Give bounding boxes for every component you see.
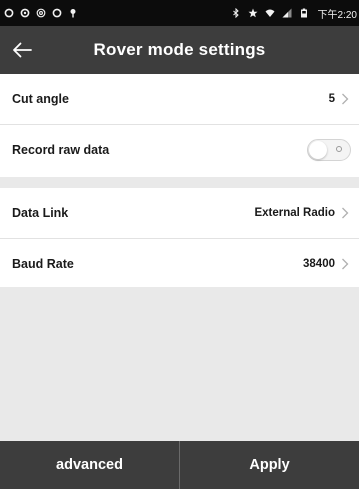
- chevron-right-icon: [341, 258, 349, 270]
- circle-status-icon: [52, 8, 62, 18]
- cut-angle-value: 5: [328, 93, 335, 105]
- cut-angle-row[interactable]: Cut angle 5: [0, 74, 359, 124]
- data-link-value: External Radio: [254, 207, 335, 219]
- wifi-icon: [265, 8, 275, 18]
- status-bar: 下午2:20: [0, 0, 359, 26]
- at-status-icon: [36, 8, 46, 18]
- battery-icon: [299, 8, 309, 18]
- settings-group-link: Data Link External Radio Baud Rate 38400: [0, 188, 359, 287]
- baud-rate-label: Baud Rate: [12, 257, 74, 271]
- signal-icon: [282, 8, 292, 18]
- data-link-label: Data Link: [12, 206, 69, 220]
- cut-angle-label: Cut angle: [12, 92, 69, 106]
- title-bar: Rover mode settings: [0, 26, 359, 74]
- settings-group-recording: Cut angle 5 Record raw data: [0, 74, 359, 177]
- circle-status-icon: [4, 8, 14, 18]
- bluetooth-icon: [231, 8, 241, 18]
- baud-rate-value: 38400: [303, 258, 335, 270]
- record-raw-data-label: Record raw data: [12, 143, 110, 157]
- advanced-button[interactable]: advanced: [0, 441, 179, 489]
- status-left-icons: [4, 8, 231, 18]
- toggle-off-icon: [336, 146, 342, 152]
- location-pin-icon: [68, 8, 78, 18]
- record-raw-data-row: Record raw data: [0, 125, 359, 175]
- record-raw-data-toggle[interactable]: [307, 139, 351, 161]
- apply-button[interactable]: Apply: [180, 441, 359, 489]
- page-title: Rover mode settings: [93, 40, 266, 59]
- star-icon: [248, 8, 258, 18]
- data-link-row[interactable]: Data Link External Radio: [0, 188, 359, 238]
- chevron-right-icon: [341, 207, 349, 219]
- status-clock: 下午2:20: [317, 9, 357, 21]
- baud-rate-row[interactable]: Baud Rate 38400: [0, 239, 359, 289]
- chevron-right-icon: [341, 93, 349, 105]
- status-right-icons: 下午2:20: [231, 6, 357, 21]
- circle-status-icon: [20, 8, 30, 18]
- bottom-action-bar: advanced Apply: [0, 441, 359, 489]
- toggle-knob: [309, 141, 327, 159]
